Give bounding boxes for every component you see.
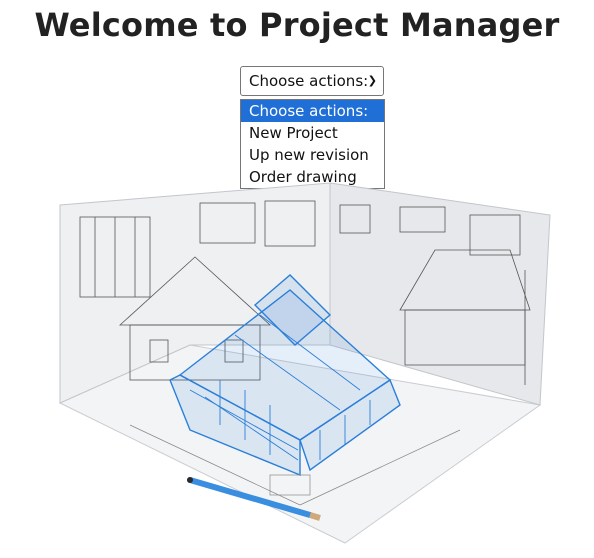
dropdown-option-choose-actions[interactable]: Choose actions: <box>241 100 384 122</box>
page-title: Welcome to Project Manager <box>34 6 560 44</box>
dropdown-option-up-new-revision[interactable]: Up new revision <box>241 144 384 166</box>
house-blueprint-image <box>58 182 551 544</box>
chevron-down-icon: ❯ <box>367 74 377 87</box>
page: Welcome to Project Manager Choose action… <box>0 0 594 558</box>
actions-select-value: Choose actions: <box>249 72 369 90</box>
actions-select[interactable]: Choose actions: ❯ <box>240 66 384 96</box>
dropdown-option-new-project[interactable]: New Project <box>241 122 384 144</box>
